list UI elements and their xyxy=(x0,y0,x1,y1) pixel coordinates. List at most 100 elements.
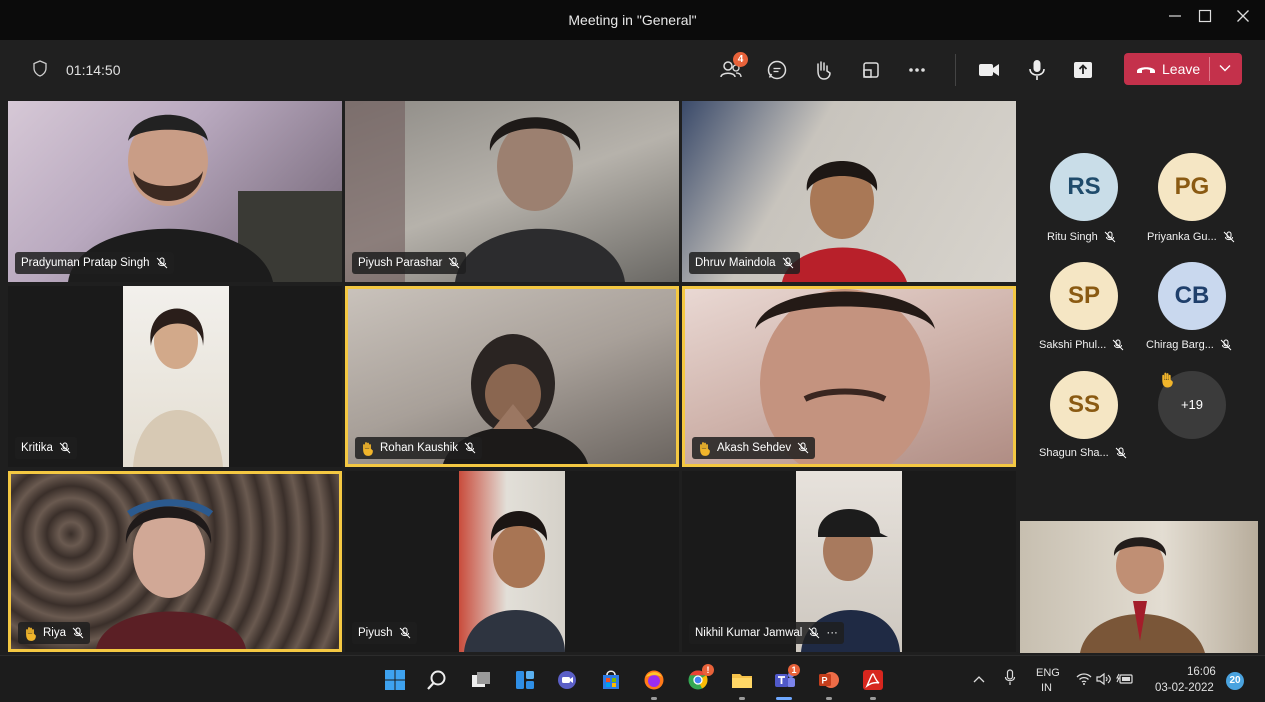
notification-badge[interactable]: 20 xyxy=(1226,672,1244,690)
leave-label: Leave xyxy=(1162,61,1201,77)
participant-name: Piyush Parashar xyxy=(358,257,443,269)
overflow-count: +19 xyxy=(1180,397,1204,412)
windows-taskbar: ! 1 P ENG IN 16:06 03-02-2022 xyxy=(0,655,1265,702)
meeting-toolbar: 01:14:50 4 Leave xyxy=(0,40,1265,100)
mic-icon[interactable] xyxy=(1024,57,1050,83)
share-icon[interactable] xyxy=(1070,57,1096,83)
roster-name: Chirag Barg... xyxy=(1146,339,1232,351)
self-view-video[interactable] xyxy=(1020,521,1258,653)
participant-name: Akash Sehdev xyxy=(717,442,792,454)
phone-hangup-icon xyxy=(1137,67,1155,73)
mic-tray-icon[interactable] xyxy=(1004,669,1016,687)
video-tile-speaking[interactable]: Akash Sehdev xyxy=(682,286,1016,467)
minimize-icon[interactable] xyxy=(1160,6,1190,32)
mic-off-icon xyxy=(464,442,476,454)
widgets-icon[interactable] xyxy=(514,669,536,691)
chevron-up-icon[interactable] xyxy=(973,674,985,684)
participant-name: Riya xyxy=(43,627,67,639)
video-tile[interactable]: Piyush Parashar xyxy=(345,101,679,282)
participant-name: Kritika xyxy=(21,442,53,454)
name-tag: Rohan Kaushik xyxy=(355,437,482,459)
region-indicator[interactable]: IN xyxy=(1041,682,1052,694)
name-tag: Piyush Parashar xyxy=(352,252,467,274)
participant-video xyxy=(1020,521,1258,653)
chat-app-icon[interactable] xyxy=(556,669,578,691)
chevron-down-icon[interactable] xyxy=(1218,61,1232,75)
participant-name: Piyush xyxy=(358,627,393,639)
battery-icon[interactable] xyxy=(1116,672,1134,686)
avatar[interactable]: PG xyxy=(1158,153,1226,221)
name-tag: Dhruv Maindola xyxy=(689,252,800,274)
mic-off-icon xyxy=(1220,339,1232,351)
name-tag: Nikhil Kumar Jamwal ··· xyxy=(689,622,844,644)
participant-name: Rohan Kaushik xyxy=(380,442,458,454)
volume-icon[interactable] xyxy=(1096,672,1112,686)
video-tile[interactable]: Pradyuman Pratap Singh xyxy=(8,101,342,282)
name-tag: Piyush xyxy=(352,622,417,644)
raised-hand-icon xyxy=(26,626,36,641)
avatar[interactable]: CB xyxy=(1158,262,1226,330)
running-indicator xyxy=(826,697,832,700)
mic-off-icon xyxy=(399,627,410,639)
video-tile[interactable]: Dhruv Maindola xyxy=(682,101,1016,282)
roster-name: Priyanka Gu... xyxy=(1147,231,1235,243)
running-indicator xyxy=(739,697,745,700)
title-bar: Meeting in "General" xyxy=(0,0,1265,40)
avatar-initials: SP xyxy=(1067,282,1100,309)
windows-start-icon[interactable] xyxy=(384,669,406,691)
clock-time[interactable]: 16:06 xyxy=(1187,666,1216,678)
avatar-initials: RS xyxy=(1067,173,1101,200)
video-tile[interactable]: Kritika xyxy=(8,286,342,467)
raised-hand-icon xyxy=(700,441,710,456)
video-tile[interactable]: Nikhil Kumar Jamwal ··· xyxy=(682,471,1016,652)
avatar[interactable]: SP xyxy=(1050,262,1118,330)
teams-badge: 1 xyxy=(788,664,800,676)
firefox-icon[interactable] xyxy=(643,669,665,691)
clock-date[interactable]: 03-02-2022 xyxy=(1155,682,1214,694)
acrobat-icon[interactable] xyxy=(862,669,884,691)
name-tag: Akash Sehdev xyxy=(692,437,816,459)
language-indicator[interactable]: ENG xyxy=(1036,667,1060,679)
avatar[interactable]: RS xyxy=(1050,153,1118,221)
mic-off-icon xyxy=(1112,339,1124,351)
name-tag: Kritika xyxy=(15,437,77,459)
roster-name: Ritu Singh xyxy=(1047,231,1116,243)
close-icon[interactable] xyxy=(1228,6,1258,32)
raise-hand-icon[interactable] xyxy=(810,57,836,83)
running-indicator xyxy=(870,697,876,700)
more-icon[interactable] xyxy=(904,57,930,83)
rooms-icon[interactable] xyxy=(858,57,884,83)
mic-off-icon xyxy=(72,627,84,639)
avatar[interactable]: SS xyxy=(1050,371,1118,439)
avatar-initials: PG xyxy=(1174,173,1210,200)
participant-name: Pradyuman Pratap Singh xyxy=(21,257,150,269)
mic-off-icon xyxy=(782,257,793,269)
mic-off-icon xyxy=(156,257,167,269)
raised-hand-icon xyxy=(1162,372,1173,388)
leave-button[interactable]: Leave xyxy=(1124,53,1242,85)
video-tile[interactable]: Piyush xyxy=(345,471,679,652)
video-tile-speaking[interactable]: Riya xyxy=(8,471,342,652)
chat-icon[interactable] xyxy=(764,57,790,83)
search-icon[interactable] xyxy=(426,669,448,691)
mic-off-icon xyxy=(59,442,71,454)
more-options-icon[interactable]: ··· xyxy=(826,627,838,639)
mic-off-icon xyxy=(449,257,460,269)
store-icon[interactable] xyxy=(600,669,622,691)
meeting-timer: 01:14:50 xyxy=(66,62,121,78)
mic-off-icon xyxy=(809,627,820,639)
participant-name: Dhruv Maindola xyxy=(695,257,776,269)
video-tile-speaking[interactable]: Rohan Kaushik xyxy=(345,286,679,467)
leave-divider xyxy=(1209,57,1210,81)
participant-video xyxy=(459,471,565,652)
powerpoint-icon[interactable]: P xyxy=(818,669,840,691)
mic-off-icon xyxy=(1223,231,1235,243)
raised-hand-icon xyxy=(363,441,373,456)
roster-name: Sakshi Phul... xyxy=(1039,339,1124,351)
maximize-icon[interactable] xyxy=(1190,6,1220,32)
wifi-icon[interactable] xyxy=(1076,672,1092,686)
task-view-icon[interactable] xyxy=(470,669,492,691)
teams-meeting-window: Meeting in "General" 01:14:50 4 Leave Pr… xyxy=(0,0,1265,702)
file-explorer-icon[interactable] xyxy=(731,669,753,691)
camera-icon[interactable] xyxy=(976,57,1002,83)
